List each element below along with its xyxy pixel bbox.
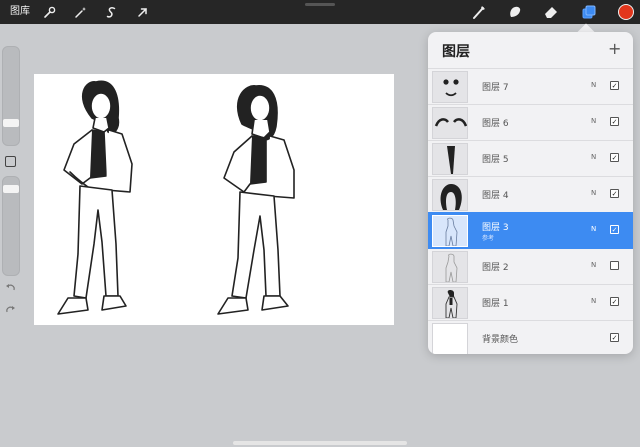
wrench-icon[interactable]: [41, 4, 57, 20]
selection-s-icon[interactable]: [103, 4, 119, 20]
layer-thumbnail: [432, 143, 468, 175]
layer-row-2[interactable]: 图层 2 N ✓: [428, 248, 633, 284]
layer-name: 图层 2: [482, 263, 509, 273]
blend-mode-button[interactable]: N: [591, 189, 596, 197]
top-toolbar: 图库: [0, 0, 640, 24]
color-picker-button[interactable]: [618, 4, 634, 20]
left-sidebar: [0, 46, 22, 321]
toolbar-grip: [305, 3, 335, 6]
blend-mode-button[interactable]: N: [591, 117, 596, 125]
layers-panel-title: 图层: [442, 44, 470, 60]
brush-size-slider[interactable]: [2, 46, 20, 146]
layer-row-5[interactable]: 图层 5 N ✓: [428, 140, 633, 176]
layer-thumbnail: [432, 251, 468, 283]
opacity-knob[interactable]: [3, 185, 19, 193]
reference-label: 参考: [482, 235, 495, 242]
layer-row-7[interactable]: 图层 7 N ✓: [428, 68, 633, 104]
canvas-artwork: [57, 80, 295, 315]
blend-mode-button[interactable]: N: [591, 225, 596, 233]
brush-icon[interactable]: [471, 4, 487, 20]
eraser-icon[interactable]: [543, 4, 559, 20]
home-indicator: [233, 441, 407, 445]
layer-row-4[interactable]: 图层 4 N ✓: [428, 176, 633, 212]
visibility-checkbox[interactable]: ✓: [610, 117, 619, 126]
brush-size-knob[interactable]: [3, 119, 19, 127]
layer-row-6[interactable]: 图层 6 N ✓: [428, 104, 633, 140]
layer-thumbnail: [432, 287, 468, 319]
visibility-checkbox[interactable]: ✓: [610, 333, 619, 342]
magic-wand-icon[interactable]: [72, 4, 88, 20]
visibility-checkbox[interactable]: ✓: [610, 81, 619, 90]
blend-mode-button[interactable]: N: [591, 81, 596, 89]
blend-mode-button[interactable]: N: [591, 153, 596, 161]
figure-left: [57, 80, 133, 315]
opacity-slider[interactable]: [2, 176, 20, 276]
layer-thumbnail: [432, 71, 468, 103]
visibility-checkbox[interactable]: ✓: [610, 261, 619, 270]
background-swatch[interactable]: [432, 323, 468, 354]
visibility-checkbox[interactable]: ✓: [610, 189, 619, 198]
layer-row-3[interactable]: 图层 3 参考 N ✓: [428, 212, 633, 248]
visibility-checkbox[interactable]: ✓: [610, 225, 619, 234]
blend-mode-button[interactable]: N: [591, 261, 596, 269]
undo-icon[interactable]: [5, 283, 17, 295]
layer-name: 图层 3: [482, 223, 509, 233]
modify-button[interactable]: [5, 156, 16, 167]
layer-thumbnail: [432, 107, 468, 139]
layer-thumbnail: [432, 215, 468, 247]
layer-name: 图层 1: [482, 299, 509, 309]
drawing-canvas[interactable]: [34, 74, 394, 325]
add-layer-button[interactable]: +: [608, 39, 621, 58]
layer-thumbnail: [432, 179, 468, 211]
gallery-button[interactable]: 图库: [10, 4, 30, 20]
layer-name: 图层 7: [482, 83, 509, 93]
background-color-row[interactable]: 背景颜色 ✓: [428, 320, 633, 354]
figure-right: [217, 85, 295, 315]
layer-name: 图层 6: [482, 119, 509, 129]
layers-panel: 图层 + 图层 7 N ✓ 图层 6 N ✓ 图层 5 N ✓ 图层 4 N ✓: [428, 32, 633, 354]
visibility-checkbox[interactable]: ✓: [610, 297, 619, 306]
transform-arrow-icon[interactable]: [134, 4, 150, 20]
redo-icon[interactable]: [5, 305, 17, 317]
layer-name: 背景颜色: [482, 335, 519, 345]
blend-mode-button[interactable]: N: [591, 297, 596, 305]
layers-icon[interactable]: [581, 4, 597, 20]
layer-name: 图层 5: [482, 155, 509, 165]
visibility-checkbox[interactable]: ✓: [610, 153, 619, 162]
smudge-icon[interactable]: [507, 4, 523, 20]
layer-row-1[interactable]: 图层 1 N ✓: [428, 284, 633, 320]
layer-name: 图层 4: [482, 191, 509, 201]
